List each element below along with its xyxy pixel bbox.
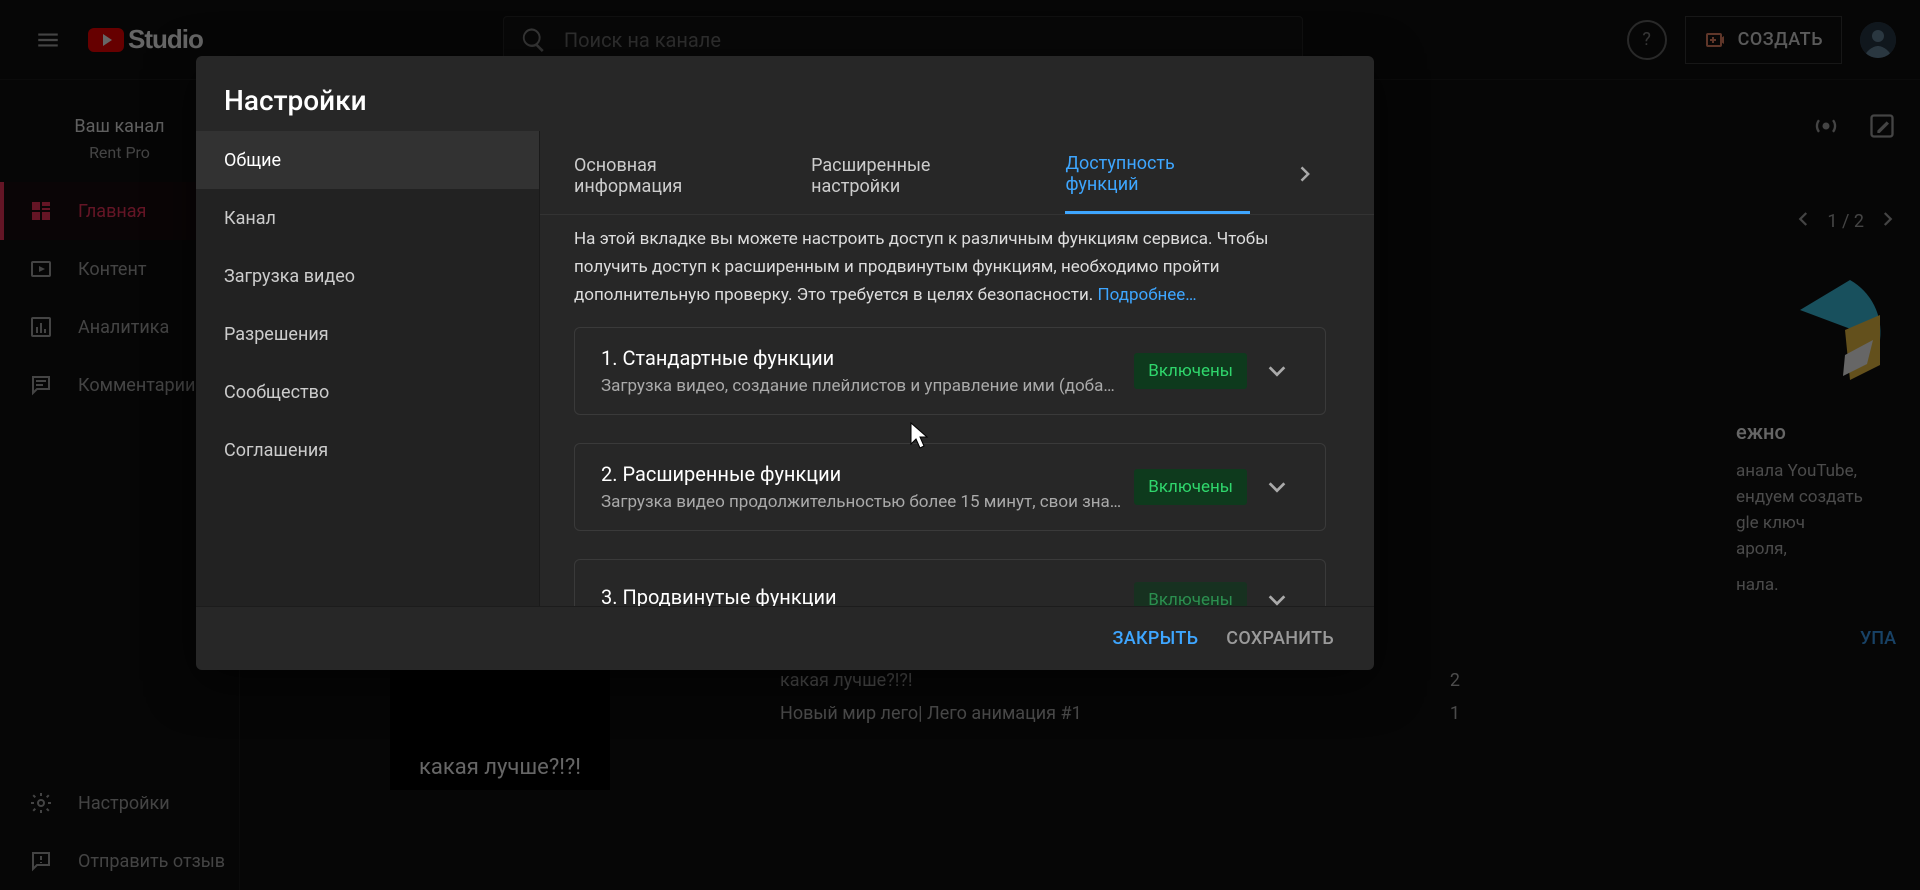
feature-standard[interactable]: 1. Стандартные функции Загрузка видео, с… <box>574 327 1326 415</box>
feature-advanced[interactable]: 3. Продвинутые функции Включены <box>574 559 1326 606</box>
learn-more-link[interactable]: Подробнее… <box>1097 285 1196 305</box>
chevron-down-icon[interactable] <box>1255 578 1299 606</box>
modal-side-upload[interactable]: Загрузка видео <box>196 247 539 305</box>
status-badge: Включены <box>1134 582 1247 606</box>
modal-side-community[interactable]: Сообщество <box>196 363 539 421</box>
modal-sidebar: Общие Канал Загрузка видео Разрешения Со… <box>196 131 540 606</box>
modal-side-agreements[interactable]: Соглашения <box>196 421 539 479</box>
modal-actions: ЗАКРЫТЬ СОХРАНИТЬ <box>196 606 1374 670</box>
chevron-down-icon[interactable] <box>1255 465 1299 509</box>
modal-side-permissions[interactable]: Разрешения <box>196 305 539 363</box>
modal-side-general[interactable]: Общие <box>196 131 539 189</box>
settings-modal: Настройки Общие Канал Загрузка видео Раз… <box>196 56 1374 670</box>
modal-title: Настройки <box>196 56 1374 131</box>
status-badge: Включены <box>1134 469 1247 505</box>
feature-title: 1. Стандартные функции <box>601 346 1134 370</box>
modal-side-channel[interactable]: Канал <box>196 189 539 247</box>
feature-intermediate[interactable]: 2. Расширенные функции Загрузка видео пр… <box>574 443 1326 531</box>
feature-title: 3. Продвинутые функции <box>601 585 1134 606</box>
feature-subtitle: Загрузка видео, создание плейлистов и уп… <box>601 376 1134 396</box>
intro-text: На этой вкладке вы можете настроить дост… <box>574 225 1326 309</box>
chevron-down-icon[interactable] <box>1255 349 1299 393</box>
save-button[interactable]: СОХРАНИТЬ <box>1226 628 1334 649</box>
tabs-next-icon[interactable] <box>1294 164 1314 204</box>
status-badge: Включены <box>1134 353 1247 389</box>
close-button[interactable]: ЗАКРЫТЬ <box>1113 628 1199 649</box>
feature-subtitle: Загрузка видео продолжительностью более … <box>601 492 1134 512</box>
feature-title: 2. Расширенные функции <box>601 462 1134 486</box>
modal-content-scroll[interactable]: На этой вкладке вы можете настроить дост… <box>540 201 1360 606</box>
